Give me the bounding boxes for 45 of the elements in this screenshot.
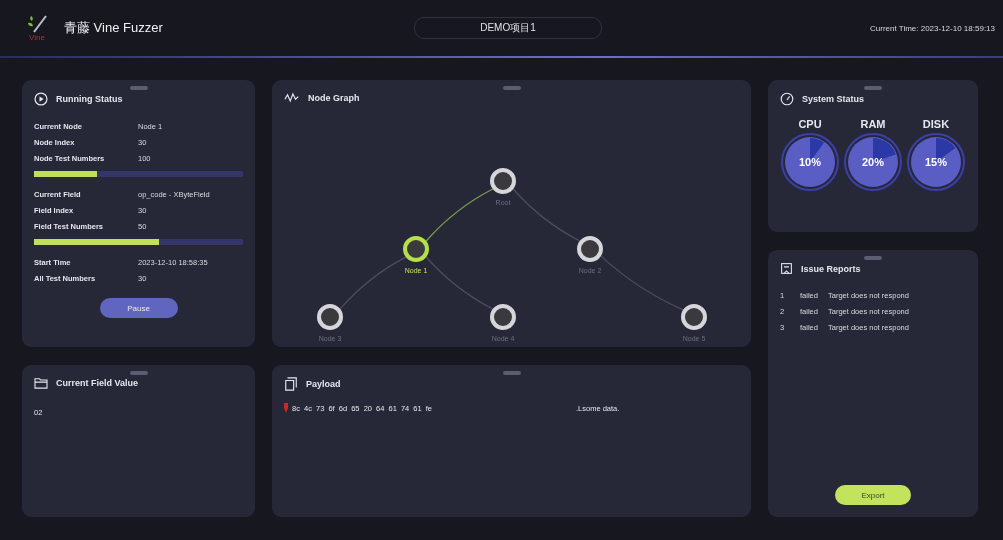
card-title: Issue Reports	[801, 263, 861, 274]
graph-node[interactable]	[490, 168, 516, 194]
usage-pie-drawing	[781, 133, 839, 191]
graph-node[interactable]	[490, 304, 516, 330]
pause-button[interactable]: Pause	[99, 298, 178, 318]
cursor-marker-icon	[284, 403, 288, 413]
card-title: Node Graph	[308, 92, 360, 103]
logo-text: Vine	[29, 34, 45, 42]
gauge-icon	[780, 92, 794, 106]
gauge-label: RAM	[860, 118, 886, 130]
gauge-label: CPU	[798, 118, 822, 130]
connector-line	[425, 256, 494, 310]
export-button[interactable]: Export	[835, 485, 911, 505]
app-title: 青藤 Vine Fuzzer	[64, 19, 163, 37]
report-icon	[780, 262, 793, 275]
card-title: System Status	[802, 94, 865, 104]
current-time: Current Time: 2023-12-10 18:59:13	[870, 23, 995, 33]
card-title: Running Status	[56, 94, 123, 104]
graph-node[interactable]	[403, 236, 429, 262]
connector-line	[512, 188, 581, 242]
gauge-reading: 20%	[862, 156, 884, 168]
copy-icon	[284, 377, 298, 391]
drag-handle[interactable]	[864, 86, 882, 90]
drag-handle[interactable]	[129, 86, 148, 90]
card-title: Current Field Value	[56, 378, 139, 388]
project-selector[interactable]: DEMO项目1	[414, 17, 602, 39]
vine-leaf-icon	[25, 14, 49, 34]
gauge-reading: 10%	[799, 156, 821, 168]
connector-line	[339, 256, 407, 310]
gauge-label: DISK	[922, 118, 950, 130]
graph-node[interactable]	[577, 236, 603, 262]
gauge-reading: 15%	[925, 156, 947, 168]
card-title: Payload	[306, 379, 341, 389]
connector-line	[425, 188, 494, 242]
drag-handle[interactable]	[864, 256, 882, 260]
wave-icon	[284, 92, 300, 103]
drag-handle[interactable]	[129, 371, 148, 375]
drag-handle[interactable]	[502, 86, 521, 90]
usage-pie-drawing	[907, 133, 965, 191]
play-icon	[34, 92, 48, 106]
drag-handle[interactable]	[502, 371, 521, 375]
usage-pie-drawing	[844, 133, 902, 191]
folder-icon	[34, 377, 48, 389]
graph-node[interactable]	[317, 304, 343, 330]
graph-node[interactable]	[681, 304, 707, 330]
